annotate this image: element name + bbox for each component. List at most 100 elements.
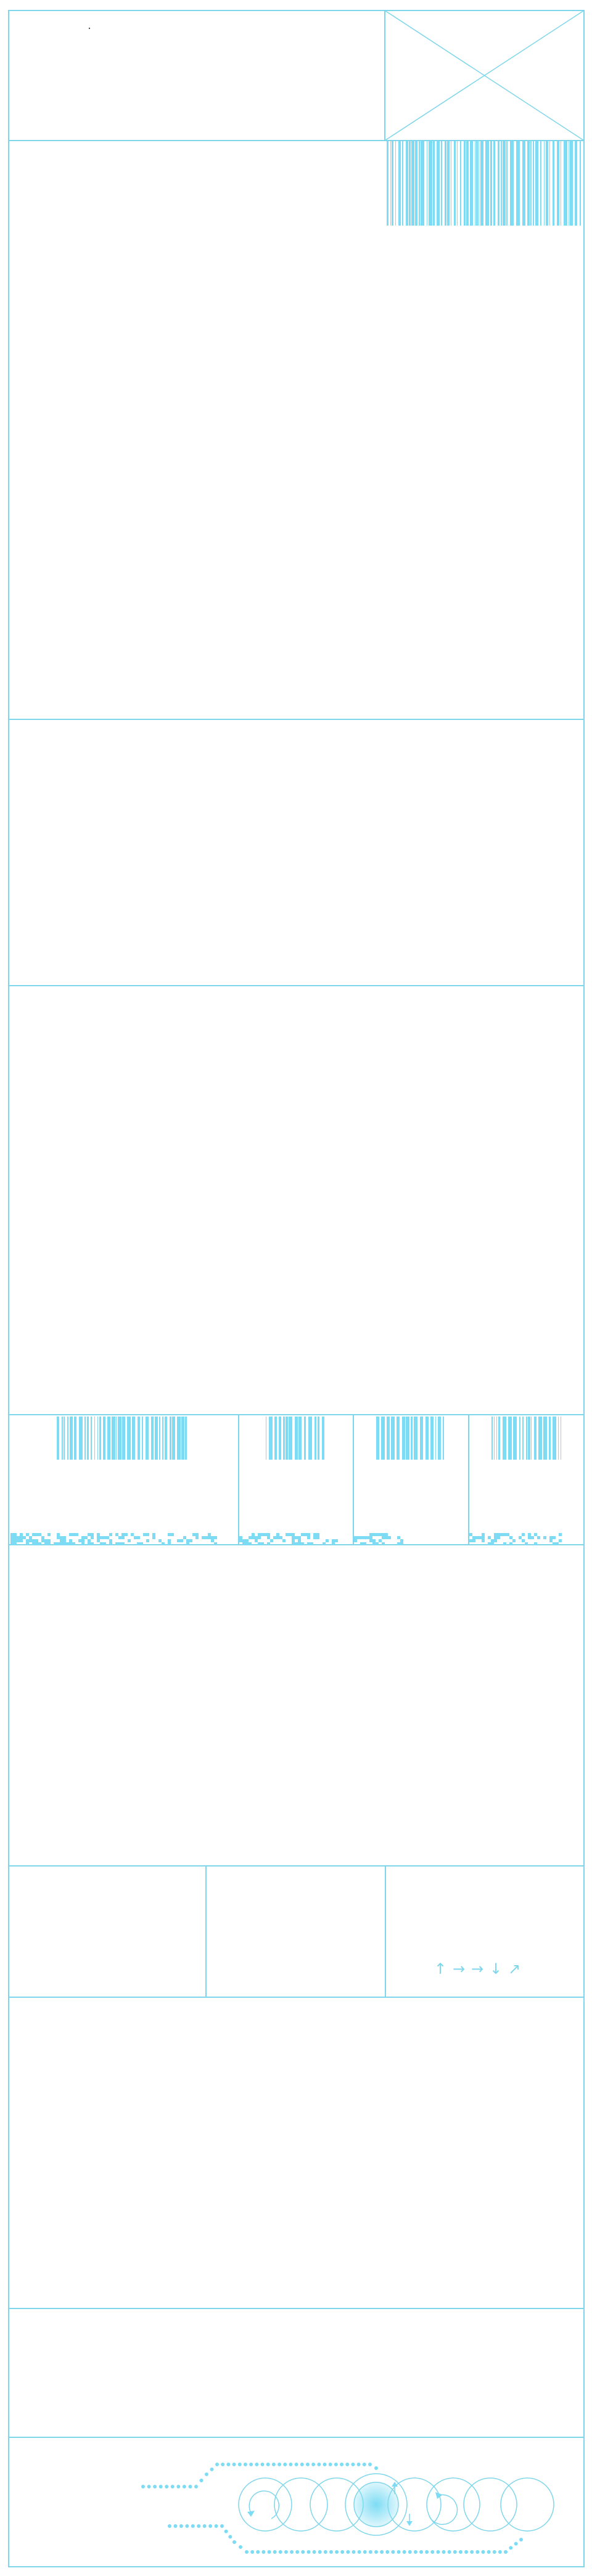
path-dot	[306, 2550, 311, 2554]
barcode-bar	[498, 141, 500, 226]
pixel	[195, 1536, 199, 1539]
pixel	[267, 1536, 270, 1539]
path-dot	[226, 2463, 231, 2466]
rotate-right-icon[interactable]	[429, 2492, 458, 2525]
path-dot	[260, 2463, 265, 2466]
barcode-bar	[494, 1417, 495, 1460]
pixel	[298, 1536, 301, 1539]
pixel	[20, 1533, 23, 1536]
barcode-bar	[414, 1417, 417, 1460]
barcode-bar	[409, 141, 411, 226]
barcode-bar	[516, 141, 520, 226]
path-dot	[197, 2524, 201, 2528]
carousel-circles-icon[interactable]	[141, 2463, 554, 2554]
pixel	[482, 1536, 485, 1539]
pixel	[125, 1533, 128, 1536]
pixel	[202, 1536, 205, 1539]
path-dot	[408, 2550, 412, 2554]
path-dot	[300, 2463, 304, 2466]
pixel	[472, 1539, 475, 1542]
pixel	[60, 1536, 63, 1539]
path-dot	[323, 2550, 327, 2554]
barcode-bar	[528, 1417, 530, 1460]
pixel	[88, 1533, 91, 1536]
path-dot	[294, 2463, 298, 2466]
carousel-circle[interactable]	[274, 2477, 328, 2532]
pixel	[81, 1539, 84, 1542]
path-dot	[221, 2463, 225, 2466]
barcode-bar	[376, 1417, 379, 1460]
pixel	[354, 1536, 357, 1539]
path-dot	[458, 2550, 462, 2554]
pixel	[307, 1542, 310, 1545]
barcode-bar	[549, 141, 550, 226]
pixel	[376, 1533, 379, 1536]
path-dot	[368, 2550, 372, 2554]
barcode-bar	[438, 1417, 441, 1460]
path-dot	[191, 2524, 195, 2528]
barcode-bar	[391, 1417, 395, 1460]
path-dot	[228, 2535, 232, 2539]
pixel	[249, 1542, 252, 1545]
barcode-bar	[318, 1417, 319, 1460]
pixel	[497, 1533, 500, 1536]
pixel	[103, 1542, 106, 1545]
path-dot	[519, 2538, 523, 2541]
barcode-bar	[79, 1417, 83, 1460]
pixel	[41, 1536, 44, 1539]
pixel	[118, 1542, 121, 1545]
path-dot	[147, 2485, 151, 2488]
path-dot	[318, 2550, 322, 2554]
path-dot	[215, 2463, 219, 2466]
barcode-bar	[543, 1417, 547, 1460]
pixel	[20, 1536, 23, 1539]
barcode-bar	[466, 141, 469, 226]
path-dot	[346, 2550, 350, 2554]
pixel	[556, 1542, 559, 1545]
pixel	[553, 1542, 556, 1545]
barcode-bar	[283, 1417, 285, 1460]
barcode-bar	[503, 141, 506, 226]
pixel	[506, 1533, 509, 1536]
pixel	[97, 1536, 100, 1539]
barcode-bar	[429, 141, 432, 226]
pixel	[168, 1542, 171, 1545]
pixel	[88, 1542, 91, 1545]
barcode-bar	[549, 1417, 551, 1460]
barcode-bar	[122, 1417, 125, 1460]
path-dot	[194, 2485, 198, 2488]
pixel	[258, 1542, 261, 1545]
arrow-down-icon: ↓	[490, 1960, 502, 1977]
barcode-bar	[402, 141, 403, 226]
pixel	[69, 1533, 72, 1536]
barcode-bar	[534, 1417, 536, 1460]
path-dot	[289, 2463, 293, 2466]
barcode-bar	[132, 1417, 135, 1460]
pixel	[192, 1533, 195, 1536]
barcode-bar	[74, 1417, 76, 1460]
pixel	[115, 1542, 118, 1545]
pixel	[78, 1539, 81, 1542]
pixel	[121, 1536, 125, 1539]
carousel-circle[interactable]	[238, 2477, 292, 2532]
pixel	[103, 1536, 106, 1539]
pixel	[494, 1536, 497, 1539]
pixel	[60, 1542, 63, 1545]
barcode-bar	[390, 141, 391, 226]
carousel-circle[interactable]	[500, 2477, 554, 2532]
pixel	[372, 1539, 376, 1542]
pixel	[32, 1539, 35, 1542]
pixel	[128, 1539, 131, 1542]
pixel	[189, 1539, 192, 1542]
pixel	[186, 1539, 189, 1542]
dotted-path	[141, 2463, 378, 2488]
path-dot	[362, 2463, 366, 2466]
pixel	[497, 1536, 500, 1539]
path-dot	[498, 2550, 502, 2554]
pixel	[26, 1533, 29, 1536]
pixel	[208, 1536, 211, 1539]
pixel	[522, 1539, 525, 1542]
pixel	[494, 1533, 497, 1536]
barcode-bar	[526, 1417, 527, 1460]
pixel	[20, 1539, 23, 1542]
